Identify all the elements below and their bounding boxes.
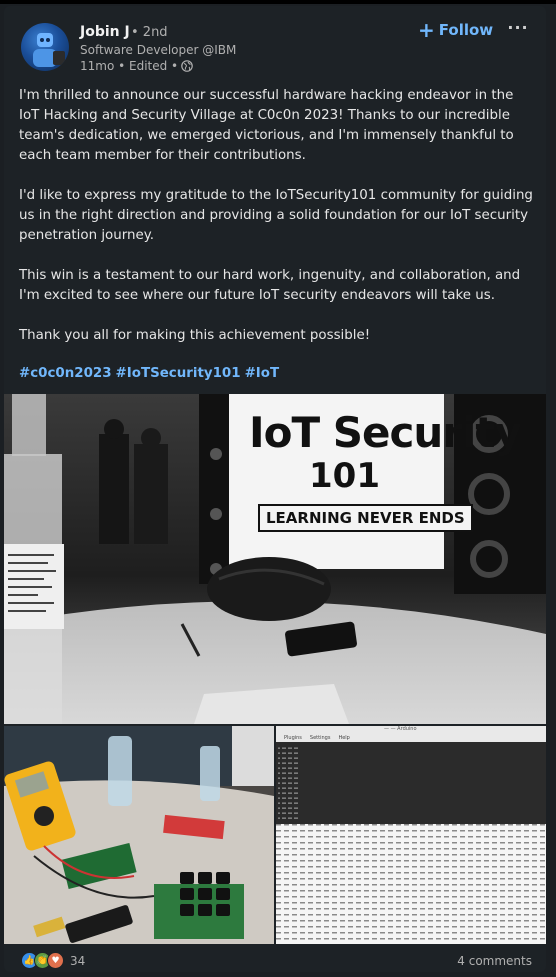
- screen-menu-item: Settings: [309, 735, 331, 741]
- top-edge: [0, 0, 556, 4]
- post-image-main[interactable]: IoT Security 101 LEARNING NEVER ENDS: [4, 394, 546, 724]
- feed-post-card: Jobin J • 2nd Software Developer @IBM 11…: [4, 6, 546, 972]
- slide-title: IoT Security: [249, 408, 522, 457]
- love-reaction-icon: ♥: [47, 952, 64, 969]
- hardware-photo: [4, 726, 274, 944]
- post-meta: 11mo • Edited •: [80, 59, 193, 73]
- plus-icon: +: [418, 18, 435, 42]
- social-counts-bar: 👍 👏 ♥ 34 4 comments: [4, 950, 546, 972]
- post-paragraph: I'd like to express my gratitude to the …: [19, 188, 533, 243]
- hashtag-iot[interactable]: #IoT: [245, 366, 280, 381]
- screen-window-title: — — Arduino: [384, 726, 417, 732]
- more-options-button[interactable]: ···: [504, 18, 532, 38]
- connection-degree: • 2nd: [131, 25, 168, 40]
- screen-menu-item: Plugins: [284, 735, 302, 741]
- author-name[interactable]: Jobin J: [80, 24, 130, 40]
- post-body: I'm thrilled to announce our successful …: [19, 86, 535, 366]
- post-paragraph: This win is a testament to our hard work…: [19, 268, 521, 303]
- reactions-summary[interactable]: 👍 👏 ♥ 34: [21, 952, 85, 969]
- globe-icon: [181, 60, 193, 72]
- slide-number: 101: [309, 456, 380, 496]
- avatar-eye: [46, 38, 50, 42]
- author-headline: Software Developer @IBM: [80, 43, 237, 57]
- post-paragraph: Thank you all for making this achievemen…: [19, 328, 371, 343]
- reaction-count: 34: [70, 953, 86, 968]
- author-avatar[interactable]: [21, 23, 69, 71]
- hashtag-list: #c0c0n2023 #IoTSecurity101 #IoT: [19, 366, 279, 381]
- hashtag-c0c0n2023[interactable]: #c0c0n2023: [19, 366, 112, 381]
- post-paragraph: I'm thrilled to announce our successful …: [19, 88, 514, 163]
- post-timestamp: 11mo • Edited •: [80, 59, 179, 73]
- comments-count-link[interactable]: 4 comments: [457, 954, 532, 968]
- screen-menu-item: Help: [338, 735, 350, 741]
- avatar-badge: [53, 51, 65, 65]
- follow-button[interactable]: + Follow: [418, 20, 493, 40]
- screen-menu: Plugins Settings Help: [284, 735, 350, 741]
- slide-tagline: LEARNING NEVER ENDS: [258, 504, 473, 532]
- follow-label: Follow: [438, 21, 494, 39]
- hashtag-iotsecurity101[interactable]: #IoTSecurity101: [116, 366, 241, 381]
- avatar-eye: [40, 38, 44, 42]
- post-image-screen[interactable]: — — Arduino Plugins Settings Help: [276, 726, 546, 944]
- post-image-hardware[interactable]: [4, 726, 274, 944]
- screen-capture: [276, 726, 546, 944]
